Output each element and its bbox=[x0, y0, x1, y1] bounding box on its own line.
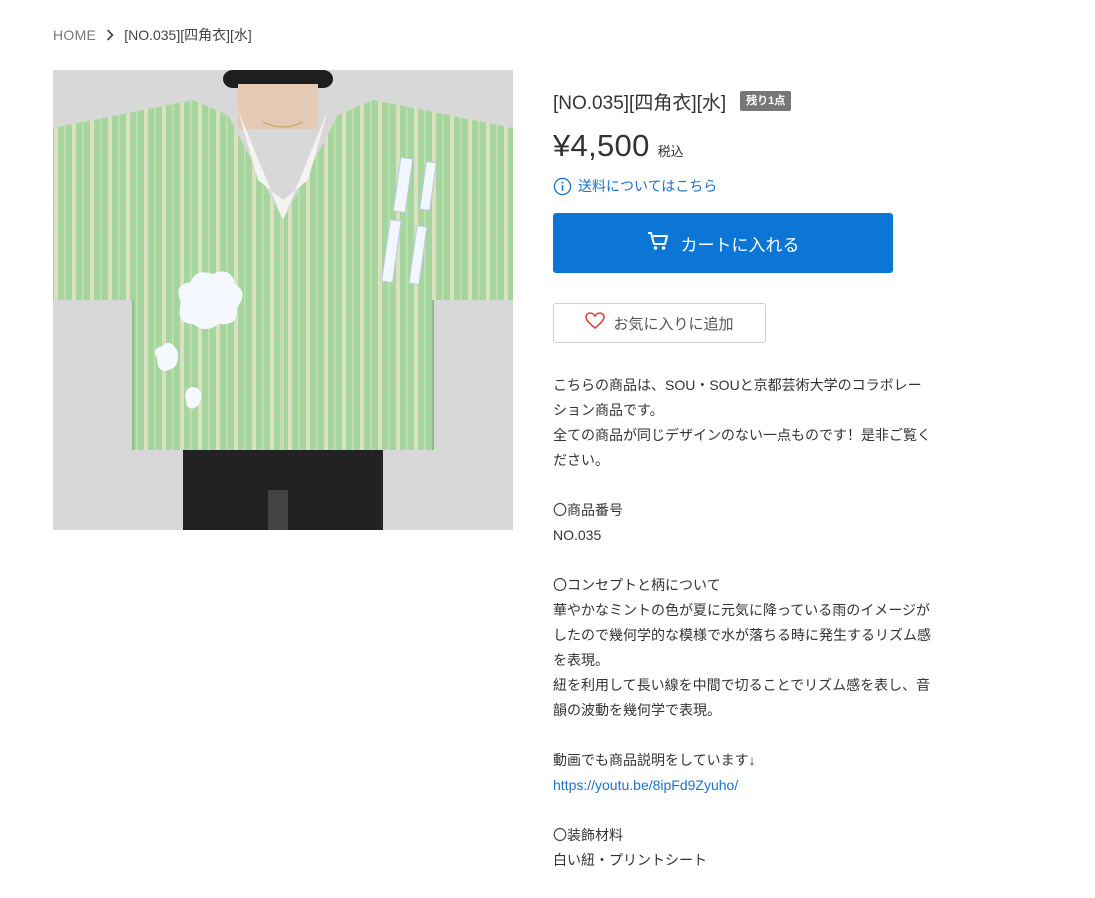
add-to-cart-label: カートに入れる bbox=[680, 235, 800, 255]
shipping-link-label: 送料についてはこちら bbox=[578, 178, 718, 194]
product-number-heading: 〇商品番号 bbox=[553, 502, 623, 518]
concept-text-2: 紐を利用して長い線を中間で切ることでリズム感を表し、音韻の波動を幾何学で表現。 bbox=[553, 677, 931, 718]
heart-icon bbox=[585, 312, 606, 334]
breadcrumb-home-link[interactable]: HOME bbox=[53, 27, 96, 43]
chevron-right-icon bbox=[106, 29, 114, 41]
product-info: [NO.035][四角衣][水] 残り1点 ¥4,500 税込 送料についてはこ… bbox=[553, 88, 933, 196]
product-number-value: NO.035 bbox=[553, 527, 602, 543]
concept-text-1: 華やかなミントの色が夏に元気に降っている雨のイメージがしたので幾何学的な模様で水… bbox=[553, 602, 931, 668]
product-price: ¥4,500 bbox=[553, 128, 650, 163]
product-description: こちらの商品は、SOU・SOUと京都芸術大学のコラボレーション商品です。 全ての… bbox=[553, 373, 933, 873]
shipping-info-link[interactable]: 送料についてはこちら bbox=[553, 176, 933, 196]
description-intro-2: 全ての商品が同じデザインのない一点ものです！是非ご覧ください。 bbox=[553, 427, 931, 468]
video-link[interactable]: https://youtu.be/8ipFd9Zyuho/ bbox=[553, 773, 933, 798]
cart-icon bbox=[647, 231, 669, 256]
stock-badge: 残り1点 bbox=[740, 91, 792, 111]
add-to-favorites-label: お気に入りに追加 bbox=[613, 315, 734, 333]
breadcrumb: HOME [NO.035][四角衣][水] bbox=[53, 25, 252, 45]
price-row: ¥4,500 税込 bbox=[553, 128, 933, 164]
video-text: 動画でも商品説明をしています↓ bbox=[553, 752, 756, 768]
product-image[interactable] bbox=[53, 70, 513, 530]
breadcrumb-current: [NO.035][四角衣][水] bbox=[124, 27, 252, 43]
info-icon bbox=[553, 177, 572, 196]
concept-heading: 〇コンセプトと柄について bbox=[553, 577, 721, 593]
title-row: [NO.035][四角衣][水] 残り1点 bbox=[553, 88, 933, 114]
add-to-favorites-button[interactable]: お気に入りに追加 bbox=[553, 303, 766, 343]
material-heading: 〇装飾材料 bbox=[553, 827, 623, 843]
description-intro-1: こちらの商品は、SOU・SOUと京都芸術大学のコラボレーション商品です。 bbox=[553, 377, 922, 418]
add-to-cart-button[interactable]: カートに入れる bbox=[553, 213, 893, 273]
tax-label: 税込 bbox=[657, 144, 684, 159]
material-value: 白い紐・プリントシート bbox=[553, 852, 707, 868]
product-title: [NO.035][四角衣][水] bbox=[553, 92, 727, 114]
